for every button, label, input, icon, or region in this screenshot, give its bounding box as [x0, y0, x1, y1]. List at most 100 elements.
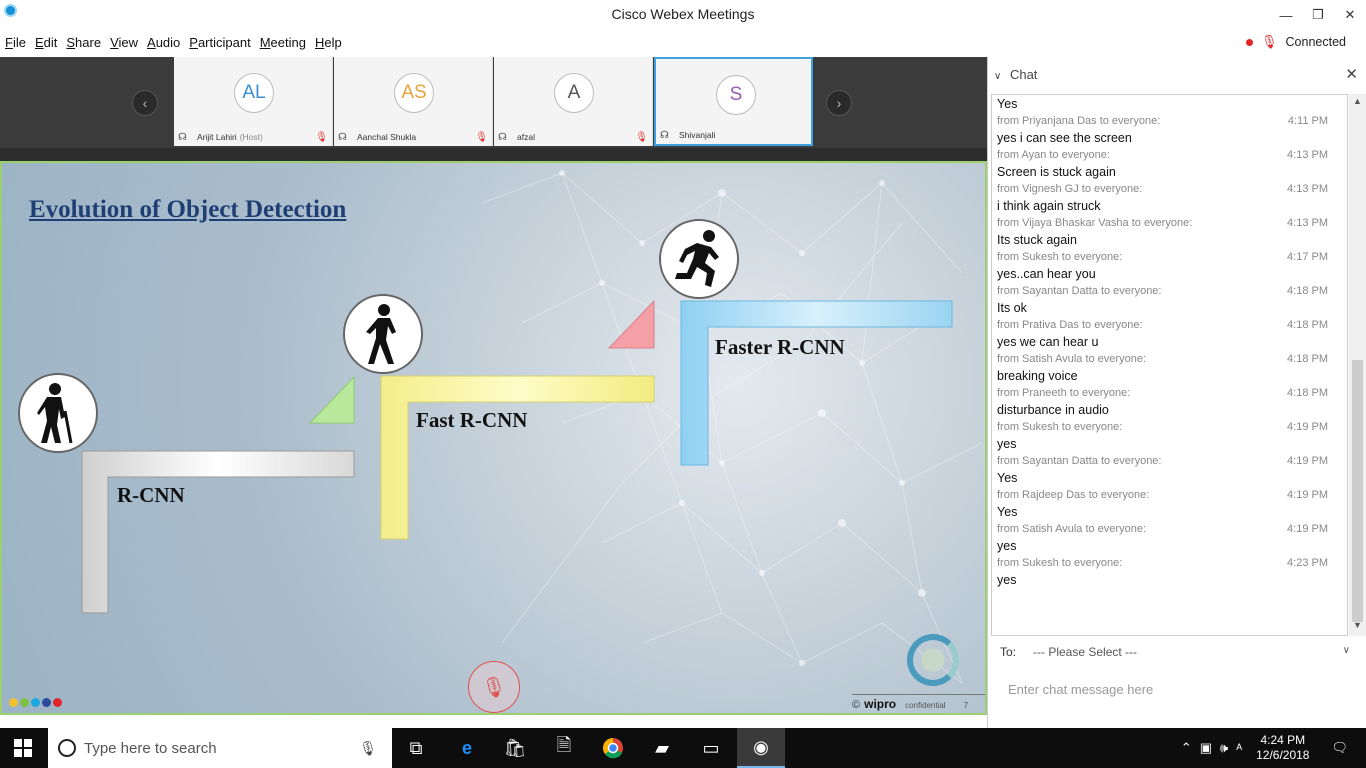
walking-person-icon: [343, 294, 423, 374]
headset-icon: ☊: [178, 131, 187, 143]
dot-blue: [31, 698, 40, 707]
chat-sender: from Satish Avula to everyone:: [997, 523, 1146, 535]
file-icon[interactable]: 🗎: [540, 728, 588, 768]
chat-sender: from Sukesh to everyone:: [997, 251, 1123, 263]
menu-meeting[interactable]: Meeting: [260, 35, 306, 50]
chat-message-text: Yes: [997, 97, 1018, 111]
task-view-icon[interactable]: ⧉: [392, 728, 440, 768]
avatar: A: [554, 73, 594, 113]
headset-icon: ☊: [338, 131, 347, 143]
windows-taskbar: Type here to search 🎙 ⧉ e 🛍 🗎 ▰ ▭ ◉ ⌃ ▣ …: [0, 728, 1366, 768]
dot-yellow: [9, 698, 18, 707]
chat-log[interactable]: Yes from Priyanjana Das to everyone: 4:11…: [991, 94, 1348, 636]
chat-sender: from Vijaya Bhaskar Vasha to everyone:: [997, 217, 1193, 229]
participant-tile[interactable]: AL ☊ Arijit Lahiri (Host) 🎙: [174, 57, 333, 146]
chat-sender: from Praneeth to everyone:: [997, 387, 1131, 399]
chat-message-meta: from Prativa Das to everyone: 4:18 PM: [997, 317, 1342, 334]
shared-slide: Evolution of Object Detection R-CNN Fast…: [0, 161, 987, 715]
command-prompt-icon[interactable]: ▭: [687, 728, 735, 768]
chat-timestamp: 4:19 PM: [1287, 421, 1328, 433]
chat-message-meta: from Rajdeep Das to everyone: 4:19 PM: [997, 487, 1342, 504]
chat-message-text: i think again struck: [997, 199, 1101, 213]
chat-timestamp: 4:13 PM: [1287, 183, 1328, 195]
participant-footer: ☊ Arijit Lahiri (Host) 🎙: [178, 130, 328, 144]
start-tile: [14, 739, 22, 747]
clock[interactable]: 4:24 PM 12/6/2018: [1256, 733, 1309, 763]
notifications-icon[interactable]: 🗨: [1331, 740, 1348, 756]
maximize-button[interactable]: ❐: [1302, 0, 1334, 30]
chat-timestamp: 4:18 PM: [1287, 353, 1328, 365]
step-label-fast-rcnn: Fast R-CNN: [416, 408, 528, 432]
chat-timestamp: 4:19 PM: [1287, 523, 1328, 535]
menu-edit[interactable]: Edit: [35, 35, 57, 50]
headset-icon: ☊: [498, 131, 507, 143]
participant-tile[interactable]: S ☊ Shivanjali: [654, 57, 813, 146]
footer-confidential: confidential: [905, 701, 946, 710]
menu-share[interactable]: Share: [66, 35, 101, 50]
menu-view[interactable]: View: [110, 35, 138, 50]
network-icon[interactable]: ▣: [1200, 740, 1212, 756]
minimize-button[interactable]: —: [1270, 0, 1302, 30]
scroll-up-icon[interactable]: ▲: [1349, 96, 1366, 110]
participant-name: Shivanjali: [679, 130, 716, 140]
participant-tile[interactable]: A ☊ afzal 🎙: [494, 57, 653, 146]
mic-muted-icon[interactable]: 🎙: [1261, 34, 1278, 50]
menu-audio[interactable]: Audio: [147, 35, 180, 50]
system-tray: ⌃ ▣ 🕪 ᴬ 4:24 PM 12/6/2018 🗨: [1177, 728, 1366, 768]
chat-title: Chat: [1009, 67, 1038, 82]
edge-browser-icon[interactable]: e: [443, 728, 491, 768]
participant-name: Aanchal Shukla: [357, 132, 417, 142]
volume-icon[interactable]: 🕪: [1220, 740, 1228, 756]
chat-scrollbar[interactable]: ▲ ▼: [1349, 94, 1366, 636]
unmute-button[interactable]: 🎙: [468, 661, 520, 713]
chat-message-meta: from Ayan to everyone: 4:13 PM: [997, 147, 1342, 164]
close-button[interactable]: ✕: [1334, 0, 1366, 30]
tray-chevron-icon[interactable]: ⌃: [1181, 740, 1192, 756]
chat-message-text: yes: [997, 573, 1017, 587]
language-icon[interactable]: ᴬ: [1236, 741, 1242, 756]
participant-tile[interactable]: AS ☊ Aanchal Shukla 🎙: [334, 57, 493, 146]
taskbar-search[interactable]: Type here to search 🎙: [48, 728, 392, 768]
chat-timestamp: 4:17 PM: [1287, 251, 1328, 263]
clock-date: 12/6/2018: [1256, 748, 1310, 762]
windows-start-button[interactable]: [14, 739, 32, 757]
webex-taskbar-icon[interactable]: ◉: [737, 728, 785, 768]
chat-message-meta: from Sukesh to everyone: 4:17 PM: [997, 249, 1342, 266]
chrome-icon[interactable]: [589, 728, 637, 768]
chat-header[interactable]: ∨ Chat: [994, 67, 1037, 82]
dot-red: [53, 698, 62, 707]
chat-message-meta: from Satish Avula to everyone: 4:18 PM: [997, 351, 1342, 368]
participant-name: Arijit Lahiri: [197, 132, 237, 142]
chat-message-text: yes we can hear u: [997, 335, 1099, 349]
store-icon[interactable]: 🛍: [491, 728, 539, 768]
chat-timestamp: 4:11 PM: [1287, 115, 1328, 127]
prev-participants-button[interactable]: ‹: [132, 90, 158, 116]
chevron-down-icon: ∨: [994, 71, 1002, 82]
close-chat-button[interactable]: ✕: [1345, 65, 1358, 83]
menu-file[interactable]: File: [5, 35, 26, 50]
avatar: S: [716, 75, 756, 115]
chat-message-meta: from Sayantan Datta to everyone: 4:19 PM: [997, 453, 1342, 470]
wipro-color-dots: [9, 698, 62, 707]
scroll-thumb[interactable]: [1352, 360, 1363, 622]
microphone-icon[interactable]: 🎙: [359, 740, 377, 757]
chat-message-input[interactable]: Enter chat message here: [1008, 682, 1153, 697]
chat-message-text: yes..can hear you: [997, 267, 1096, 281]
search-placeholder: Type here to search: [84, 739, 217, 757]
stage-header-band: [0, 148, 987, 161]
start-tile: [24, 749, 32, 757]
connection-label: Connected: [1285, 35, 1346, 49]
chat-message-text: Yes: [997, 505, 1018, 519]
participant-footer: ☊ Aanchal Shukla 🎙: [338, 130, 488, 144]
chat-message-text: Its ok: [997, 301, 1027, 315]
chat-sender: from Sayantan Datta to everyone:: [997, 285, 1162, 297]
scroll-down-icon[interactable]: ▼: [1349, 620, 1366, 634]
chat-sender: from Satish Avula to everyone:: [997, 353, 1146, 365]
menu-participant[interactable]: Participant: [189, 35, 250, 50]
notes-icon[interactable]: ▰: [638, 728, 686, 768]
next-participants-button[interactable]: ›: [826, 90, 852, 116]
chat-timestamp: 4:19 PM: [1287, 455, 1328, 467]
chat-recipient-select[interactable]: To: --- Please Select --- ∨: [1000, 645, 1350, 659]
mic-muted-icon: 🎙: [315, 131, 328, 143]
menu-help[interactable]: Help: [315, 35, 342, 50]
